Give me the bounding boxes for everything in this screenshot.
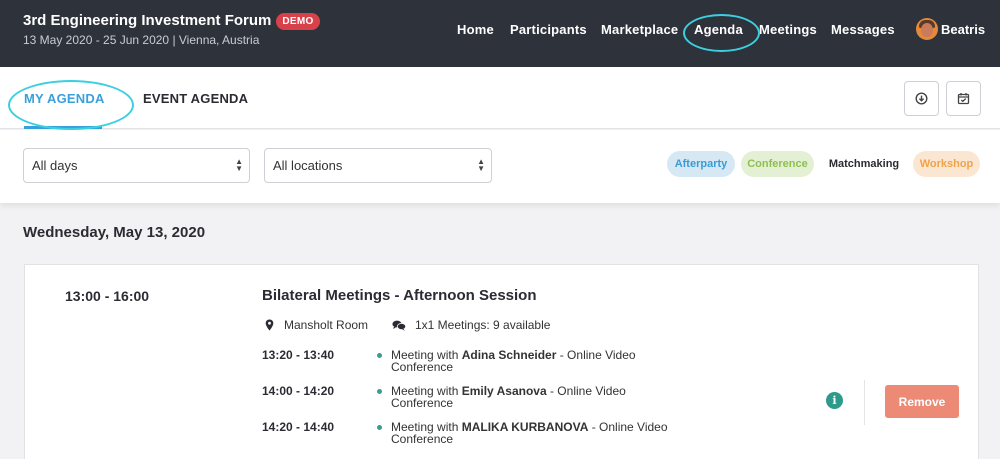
locations-select[interactable]: All locations ▲ ▼ <box>264 148 492 183</box>
event-title-text: 3rd Engineering Investment Forum <box>23 12 272 29</box>
nav-marketplace[interactable]: Marketplace <box>601 22 678 37</box>
category-chip-matchmaking[interactable]: Matchmaking <box>822 151 906 177</box>
remove-button[interactable]: Remove <box>885 385 959 418</box>
download-button[interactable] <box>904 81 939 116</box>
user-name[interactable]: Beatris <box>941 22 985 37</box>
availability-label: 1x1 Meetings: 9 available <box>415 318 551 332</box>
category-chip-conference[interactable]: Conference <box>741 151 814 177</box>
meeting-time: 14:20 - 14:40 <box>262 420 335 434</box>
active-tab-indicator <box>24 126 102 129</box>
meeting-description[interactable]: Meeting with Adina Schneider - Online Vi… <box>391 349 691 373</box>
meeting-description[interactable]: Meeting with Emily Asanova - Online Vide… <box>391 385 691 409</box>
map-pin-icon <box>265 319 274 331</box>
days-select[interactable]: All days ▲ ▼ <box>23 148 250 183</box>
locations-select-value: All locations <box>273 158 343 173</box>
session-availability: 1x1 Meetings: 9 available <box>392 318 550 332</box>
info-icon[interactable]: i <box>826 392 843 409</box>
download-circle-icon <box>915 92 928 105</box>
session-title[interactable]: Bilateral Meetings - Afternoon Session <box>262 287 537 304</box>
select-arrows-icon: ▲ ▼ <box>235 157 243 173</box>
meeting-participant: Emily Asanova <box>461 384 547 398</box>
meeting-time: 14:00 - 14:20 <box>262 384 335 398</box>
tab-my-agenda[interactable]: MY AGENDA <box>24 91 105 106</box>
user-avatar[interactable] <box>916 18 938 40</box>
actions-divider <box>864 380 865 425</box>
calendar-check-icon <box>957 93 970 105</box>
category-chip-workshop[interactable]: Workshop <box>913 151 980 177</box>
event-title[interactable]: 3rd Engineering Investment Forum DEMO <box>23 12 320 31</box>
meeting-bullet <box>377 353 382 358</box>
demo-badge: DEMO <box>276 13 320 30</box>
nav-participants[interactable]: Participants <box>510 22 587 37</box>
nav-agenda[interactable]: Agenda <box>694 22 743 37</box>
session-location: Mansholt Room <box>265 318 368 332</box>
days-select-value: All days <box>32 158 78 173</box>
location-label: Mansholt Room <box>284 318 369 332</box>
nav-home[interactable]: Home <box>457 22 494 37</box>
category-chip-afterparty[interactable]: Afterparty <box>667 151 735 177</box>
nav-meetings[interactable]: Meetings <box>759 22 817 37</box>
meeting-participant: MALIKA KURBANOVA <box>461 420 589 434</box>
meeting-time: 13:20 - 13:40 <box>262 348 335 362</box>
meeting-description[interactable]: Meeting with MALIKA KURBANOVA - Online V… <box>391 421 691 445</box>
meeting-participant: Adina Schneider <box>461 348 557 362</box>
add-to-calendar-button[interactable] <box>946 81 981 116</box>
tab-event-agenda[interactable]: EVENT AGENDA <box>143 91 248 106</box>
select-arrows-icon: ▲ ▼ <box>477 157 485 173</box>
meeting-bullet <box>377 389 382 394</box>
chat-bubbles-icon <box>392 320 406 331</box>
meeting-bullet <box>377 425 382 430</box>
nav-messages[interactable]: Messages <box>831 22 895 37</box>
event-subtitle: 13 May 2020 - 25 Jun 2020 | Vienna, Aust… <box>23 33 260 47</box>
day-heading: Wednesday, May 13, 2020 <box>23 224 206 241</box>
session-time: 13:00 - 16:00 <box>65 288 150 304</box>
